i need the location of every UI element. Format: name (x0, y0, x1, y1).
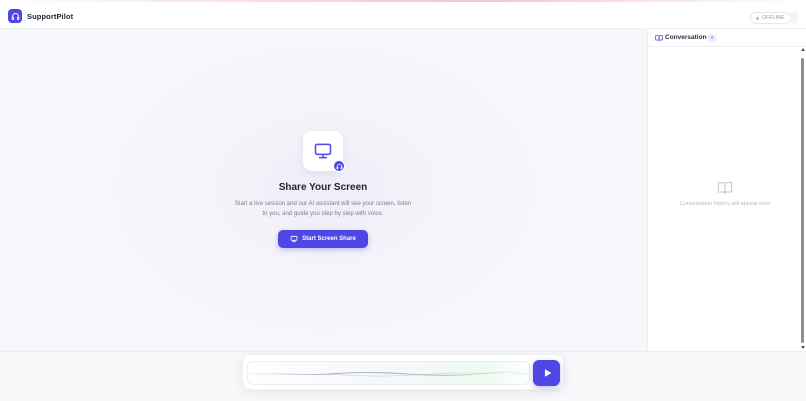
app-logo (8, 9, 22, 23)
start-screen-share-label: Start Screen Share (302, 236, 356, 242)
headset-icon (11, 12, 19, 20)
book-open-icon (717, 182, 733, 194)
start-screen-share-button[interactable]: Start Screen Share (278, 230, 368, 248)
scroll-up-arrow[interactable] (800, 48, 805, 51)
book-open-icon (655, 35, 663, 42)
monitor-icon (314, 143, 332, 159)
scroll-thumb[interactable] (801, 58, 804, 343)
hero-badge (333, 160, 345, 172)
connection-status-badge: OFFLINE (750, 12, 791, 24)
play-button[interactable] (533, 360, 560, 386)
conversation-panel: Conversation 0 Conversation history will… (647, 29, 806, 351)
conversation-header: Conversation 0 (648, 29, 806, 47)
conversation-scrollbar[interactable] (800, 48, 805, 350)
conversation-empty-text: Conversation history will appear here (679, 201, 771, 207)
play-icon (544, 369, 551, 377)
scroll-down-arrow[interactable] (800, 346, 805, 349)
status-label: OFFLINE (762, 15, 785, 21)
headset-icon (335, 163, 343, 169)
waveform-line (248, 371, 529, 377)
header-menu-button[interactable] (790, 12, 798, 24)
app-header: SupportPilot OFFLINE (0, 2, 806, 29)
conversation-count-badge: 0 (708, 34, 716, 42)
hero-description: Start a live session and our AI assistan… (234, 201, 412, 217)
voice-control-bar (242, 354, 564, 390)
app-title: SupportPilot (27, 12, 74, 21)
audio-waveform (247, 361, 530, 385)
status-dot (756, 16, 759, 20)
conversation-title: Conversation (665, 34, 707, 41)
main-stage: Share Your Screen Start a live session a… (0, 29, 647, 351)
monitor-icon (290, 235, 298, 243)
hero-title: Share Your Screen (278, 182, 368, 193)
